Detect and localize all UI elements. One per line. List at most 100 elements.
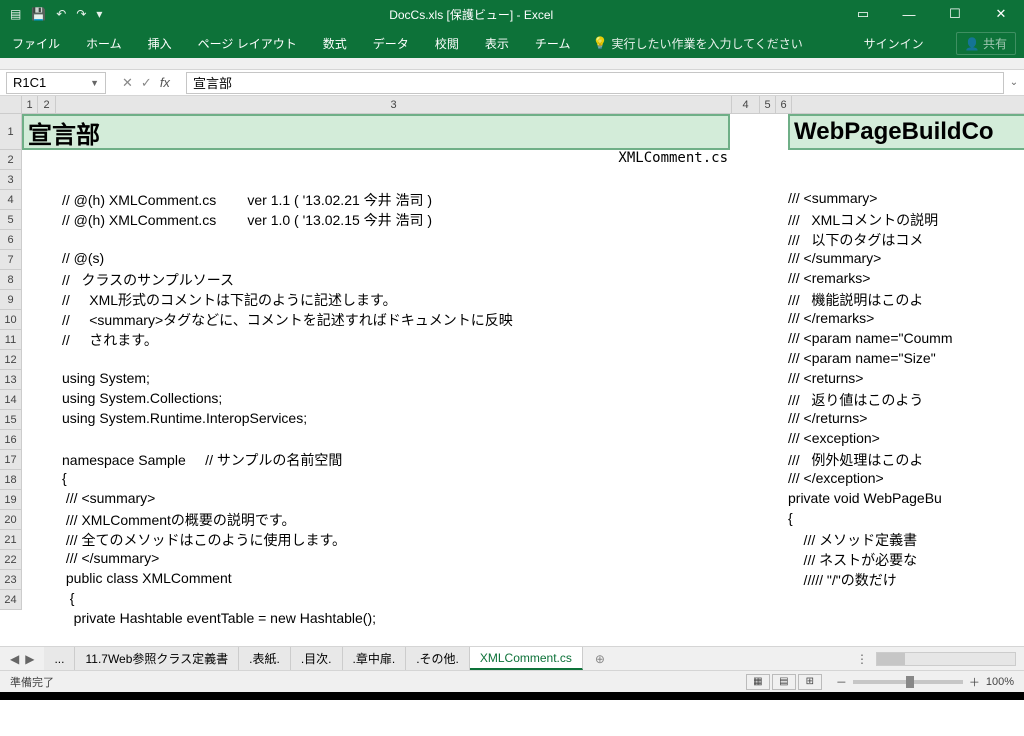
row-header-7[interactable]: 7	[0, 250, 21, 270]
code-cell-left[interactable]: // されます。	[22, 330, 730, 350]
code-cell-left[interactable]: using System.Runtime.InteropServices;	[22, 410, 730, 430]
code-cell-left[interactable]	[22, 170, 730, 190]
code-cell-left[interactable]: /// <summary>	[22, 490, 730, 510]
code-cell-right[interactable]: /// 例外処理はこのよ	[788, 450, 923, 470]
zoom-level[interactable]: 100%	[986, 676, 1014, 688]
view-page-break-button[interactable]: ⊞	[798, 674, 822, 690]
formula-expand-icon[interactable]: ⌄	[1004, 77, 1024, 88]
tell-me-box[interactable]: 💡 実行したい作業を入力してください	[592, 35, 802, 52]
view-page-layout-button[interactable]: ▤	[772, 674, 796, 690]
formula-confirm-icon[interactable]: ✓	[141, 75, 152, 91]
code-cell-right[interactable]: /// </exception>	[788, 470, 884, 490]
code-cell-right[interactable]: /// <remarks>	[788, 270, 870, 290]
sheet-nav-first[interactable]: ◀	[10, 652, 19, 666]
formula-cancel-icon[interactable]: ✕	[122, 75, 133, 91]
fx-icon[interactable]: fx	[160, 75, 176, 90]
col-header-5[interactable]: 5	[760, 96, 776, 113]
row-header-14[interactable]: 14	[0, 390, 21, 410]
code-cell-right[interactable]: /// 機能説明はこのよ	[788, 290, 923, 310]
undo-icon[interactable]: ↶	[56, 7, 66, 21]
code-cell-left[interactable]: // @(h) XMLComment.cs ver 1.0 ( '13.02.1…	[22, 210, 730, 230]
code-cell-right[interactable]: /// <returns>	[788, 370, 863, 390]
row-header-13[interactable]: 13	[0, 370, 21, 390]
row-header-20[interactable]: 20	[0, 510, 21, 530]
code-cell-left[interactable]: using System.Collections;	[22, 390, 730, 410]
col-header-2[interactable]: 2	[38, 96, 56, 113]
tab-home[interactable]: ホーム	[82, 29, 126, 58]
tab-insert[interactable]: 挿入	[144, 29, 176, 58]
save-icon[interactable]: 💾	[31, 7, 46, 21]
col-header-6[interactable]: 6	[776, 96, 792, 113]
chevron-down-icon[interactable]: ▼	[90, 78, 99, 88]
zoom-out-button[interactable]: －	[836, 674, 847, 690]
code-cell-left[interactable]: private Hashtable eventTable = new Hasht…	[22, 610, 730, 630]
section-header-left[interactable]: 宣言部	[22, 114, 730, 150]
code-cell-right[interactable]: ///// "/"の数だけ	[788, 570, 897, 590]
row-header-12[interactable]: 12	[0, 350, 21, 370]
row-header-23[interactable]: 23	[0, 570, 21, 590]
row-header-1[interactable]: 1	[0, 114, 21, 150]
formula-bar[interactable]: 宣言部	[186, 72, 1004, 94]
code-cell-right[interactable]: /// </summary>	[788, 250, 881, 270]
code-cell-left[interactable]: // クラスのサンプルソース	[22, 270, 730, 290]
row-header-16[interactable]: 16	[0, 430, 21, 450]
share-button[interactable]: 👤 共有	[956, 32, 1016, 55]
scrollbar-thumb[interactable]	[877, 653, 905, 665]
code-cell-right[interactable]: /// ネストが必要な	[788, 550, 917, 570]
row-header-2[interactable]: 2	[0, 150, 21, 170]
code-cell-left[interactable]: {	[22, 470, 730, 490]
col-header-1[interactable]: 1	[22, 96, 38, 113]
zoom-knob[interactable]	[906, 676, 914, 688]
close-button[interactable]: ✕	[978, 0, 1024, 28]
col-header-4[interactable]: 4	[732, 96, 760, 113]
row-header-22[interactable]: 22	[0, 550, 21, 570]
code-cell-left[interactable]: using System;	[22, 370, 730, 390]
row-header-4[interactable]: 4	[0, 190, 21, 210]
row-header-6[interactable]: 6	[0, 230, 21, 250]
row-header-19[interactable]: 19	[0, 490, 21, 510]
code-cell-left[interactable]	[22, 230, 730, 250]
horizontal-scrollbar[interactable]	[876, 652, 1016, 666]
sheet-tab-2[interactable]: .表紙.	[239, 647, 291, 670]
zoom-in-button[interactable]: ＋	[969, 674, 980, 690]
row-header-17[interactable]: 17	[0, 450, 21, 470]
code-cell-right[interactable]: /// </remarks>	[788, 310, 874, 330]
code-cell-left[interactable]: // @(s)	[22, 250, 730, 270]
minimize-button[interactable]: —	[886, 0, 932, 28]
row-header-21[interactable]: 21	[0, 530, 21, 550]
row-header-24[interactable]: 24	[0, 590, 21, 610]
ribbon-display-options[interactable]: ▭	[840, 0, 886, 28]
section-header-right[interactable]: WebPageBuildCo	[788, 114, 1024, 150]
tab-formulas[interactable]: 数式	[319, 29, 351, 58]
code-cell-right[interactable]: /// 返り値はこのよう	[788, 390, 923, 410]
zoom-slider[interactable]	[853, 680, 963, 684]
code-cell-right[interactable]: /// </returns>	[788, 410, 867, 430]
col-header-3[interactable]: 3	[56, 96, 732, 113]
sheet-tab-1[interactable]: 11.7Web参照クラス定義書	[75, 647, 239, 670]
code-cell-right[interactable]: /// XMLコメントの説明	[788, 210, 938, 230]
sheet-tab-3[interactable]: .目次.	[291, 647, 343, 670]
select-all-corner[interactable]	[0, 96, 22, 113]
name-box[interactable]: R1C1 ▼	[6, 72, 106, 94]
code-cell-right[interactable]: /// 以下のタグはコメ	[788, 230, 923, 250]
code-cell-left[interactable]	[22, 430, 730, 450]
code-cell-right[interactable]: private void WebPageBu	[788, 490, 942, 510]
code-cell-left[interactable]: /// XMLCommentの概要の説明です。	[22, 510, 730, 530]
code-cell-left[interactable]	[22, 350, 730, 370]
maximize-button[interactable]: ☐	[932, 0, 978, 28]
code-cell-left[interactable]: {	[22, 590, 730, 610]
sheet-nav-prev[interactable]: ▶	[25, 652, 34, 666]
row-header-3[interactable]: 3	[0, 170, 21, 190]
row-header-5[interactable]: 5	[0, 210, 21, 230]
row-header-18[interactable]: 18	[0, 470, 21, 490]
tab-layout[interactable]: ページ レイアウト	[194, 29, 301, 58]
code-cell-left[interactable]: // XML形式のコメントは下記のように記述します。	[22, 290, 730, 310]
row-header-8[interactable]: 8	[0, 270, 21, 290]
code-cell-right[interactable]: /// メソッド定義書	[788, 530, 917, 550]
code-cell-left[interactable]: public class XMLComment	[22, 570, 730, 590]
code-cell-right[interactable]: /// <param name="Size"	[788, 350, 936, 370]
row-header-15[interactable]: 15	[0, 410, 21, 430]
tab-view[interactable]: 表示	[481, 29, 513, 58]
tab-scroll-more[interactable]: ⋮	[848, 652, 876, 666]
code-cell-right[interactable]: /// <param name="Coumm	[788, 330, 952, 350]
